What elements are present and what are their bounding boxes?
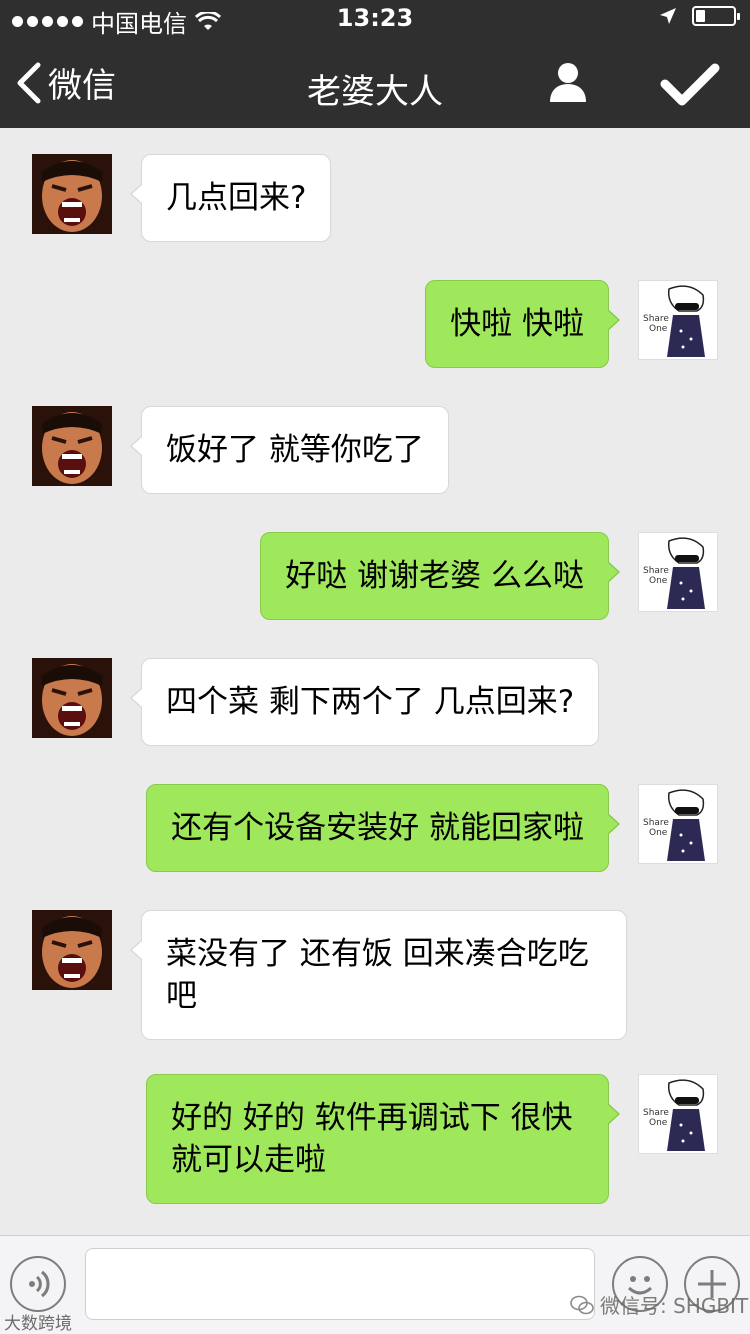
avatar-caption: Share [643, 1108, 669, 1118]
message-input[interactable] [85, 1248, 595, 1320]
input-bar [0, 1235, 750, 1334]
screaming-face-icon [32, 406, 112, 486]
avatar-caption: One [649, 1118, 668, 1128]
avatar-caption: One [649, 576, 668, 586]
outgoing-message-bubble[interactable]: 快啦 快啦 [425, 280, 620, 368]
watermark-text: 微信号: SHGBIT [600, 1294, 749, 1318]
incoming-message-bubble[interactable]: 四个菜 剩下两个了 几点回来? [129, 658, 600, 746]
screaming-face-icon [32, 658, 112, 738]
status-bar: 中国电信 13:23 [0, 0, 750, 40]
incoming-message-bubble[interactable]: 饭好了 就等你吃了 [130, 406, 449, 494]
message-text: 快啦 快啦 [450, 306, 584, 342]
checkmark-icon [660, 63, 720, 106]
cartoon-character-icon: Share One [643, 789, 705, 861]
incoming-message-bubble[interactable]: 几点回来? [129, 154, 332, 242]
wife-avatar[interactable] [32, 910, 112, 990]
wife-avatar[interactable] [32, 154, 112, 234]
my-avatar[interactable]: Share One [638, 280, 718, 360]
battery-icon [692, 6, 740, 26]
avatar-caption: Share [643, 818, 669, 828]
outgoing-message-bubble[interactable]: 好哒 谢谢老婆 么么哒 [260, 532, 620, 620]
wife-avatar[interactable] [32, 658, 112, 738]
watermark-left: 大数跨境 [4, 1309, 72, 1334]
cartoon-character-icon: Share One [643, 1079, 705, 1151]
watermark-right: 微信号: SHGBIT [570, 1290, 748, 1319]
avatar-caption: Share [643, 566, 669, 576]
screaming-face-icon [32, 910, 112, 990]
battery-level [696, 10, 705, 22]
chat-title: 老婆大人 [307, 72, 443, 112]
wechat-logo-icon [570, 1295, 594, 1314]
my-avatar[interactable]: Share One [638, 1074, 718, 1154]
location-arrow-icon [660, 8, 676, 24]
message-text: 几点回来? [166, 180, 307, 216]
status-right [658, 6, 740, 26]
profile-button[interactable] [546, 60, 590, 108]
message-text: 四个菜 剩下两个了 几点回来? [166, 684, 575, 720]
message-text: 好哒 谢谢老婆 么么哒 [285, 558, 584, 594]
voice-icon [29, 1270, 50, 1298]
screaming-face-icon [32, 154, 112, 234]
incoming-message-bubble[interactable]: 菜没有了 还有饭 回来凑合吃吃吧 [130, 910, 627, 1040]
cartoon-character-icon: Share One [643, 285, 705, 357]
nav-bar: 微信 老婆大人 [0, 40, 750, 128]
message-text: 菜没有了 还有饭 回来凑合吃吃吧 [166, 936, 589, 1014]
chat-area[interactable]: 几点回来? 快啦 快啦 Share One 饭好了 就等你吃了 好哒 谢谢老婆 … [0, 128, 750, 1235]
outgoing-message-bubble[interactable]: 还有个设备安装好 就能回家啦 [146, 784, 620, 872]
done-button[interactable] [660, 62, 720, 112]
message-text: 还有个设备安装好 就能回家啦 [171, 810, 584, 846]
cartoon-character-icon: Share One [643, 537, 705, 609]
person-icon [550, 63, 586, 102]
avatar-caption: One [649, 324, 668, 334]
message-text: 好的 好的 软件再调试下 很快就可以走啦 [171, 1100, 573, 1178]
wife-avatar[interactable] [32, 406, 112, 486]
my-avatar[interactable]: Share One [638, 532, 718, 612]
avatar-caption: Share [643, 314, 669, 324]
avatar-caption: One [649, 828, 668, 838]
watermark-text: 大数跨境 [4, 1314, 72, 1334]
outgoing-message-bubble[interactable]: 好的 好的 软件再调试下 很快就可以走啦 [146, 1074, 620, 1204]
voice-button[interactable] [10, 1256, 66, 1312]
my-avatar[interactable]: Share One [638, 784, 718, 864]
status-time: 13:23 [336, 4, 414, 32]
message-text: 饭好了 就等你吃了 [166, 432, 424, 468]
